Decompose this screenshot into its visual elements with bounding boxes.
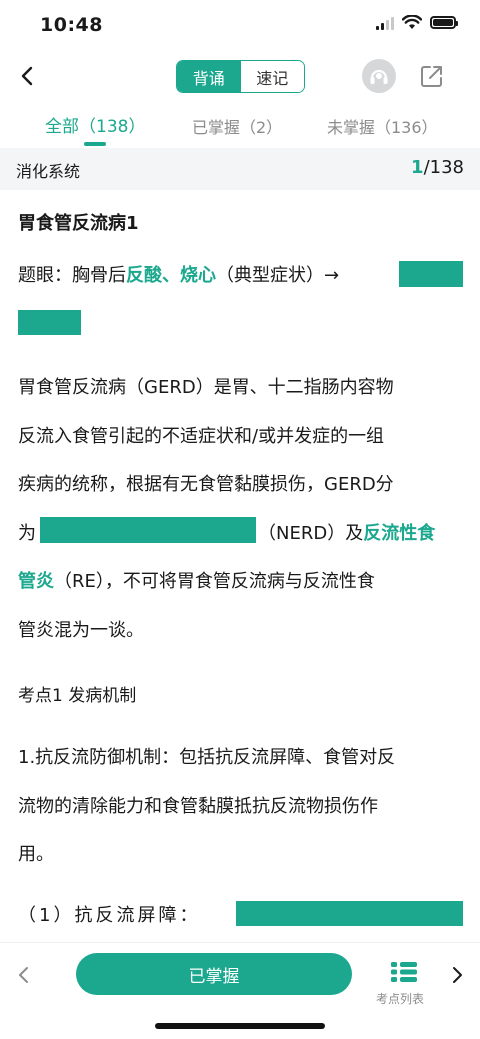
tab-recite[interactable]: 背诵 xyxy=(177,61,241,92)
cellular-signal-icon xyxy=(376,16,394,30)
tab-unmastered[interactable]: 未掌握（136） xyxy=(327,114,438,138)
category-name: 消化系统 xyxy=(16,162,81,181)
paragraph-line: 疾病的统称，根据有无食管黏膜损伤，GERD分 xyxy=(18,474,394,495)
next-arrow-icon[interactable] xyxy=(447,963,467,987)
current-index: 1 xyxy=(411,157,424,178)
status-icons xyxy=(376,15,458,30)
point-heading: 考点1 发病机制 xyxy=(18,686,137,706)
list-icon[interactable] xyxy=(391,961,417,983)
active-tab-indicator xyxy=(84,142,106,146)
back-arrow-icon[interactable] xyxy=(14,62,42,90)
total-count: /138 xyxy=(423,157,464,178)
paragraph-line: 管炎（RE），不可将胃食管反流病与反流性食 xyxy=(18,567,375,593)
wifi-icon xyxy=(402,15,422,29)
mark-mastered-button[interactable]: 已掌握 xyxy=(76,953,352,995)
hidden-answer-mask[interactable] xyxy=(399,261,463,287)
filter-tabs: 全部（138） 已掌握（2） 未掌握（136） xyxy=(0,104,480,148)
paragraph-line: 管炎混为一谈。 xyxy=(18,620,144,641)
battery-icon xyxy=(430,16,458,29)
hint-keyword: 反酸、烧心 xyxy=(126,265,216,286)
hint-suffix: （典型症状）→ xyxy=(216,265,340,286)
category-bar: 消化系统 1/138 xyxy=(0,148,480,190)
para-keyword: 管炎 xyxy=(18,571,54,592)
paragraph-line: 流物的清除能力和食管黏膜抵抗反流物损伤作 xyxy=(18,796,378,817)
hidden-answer-mask[interactable] xyxy=(40,517,256,543)
para-keyword: 反流性食 xyxy=(363,523,436,544)
status-time: 10:48 xyxy=(40,14,103,36)
headset-avatar-icon[interactable] xyxy=(362,59,396,93)
hint-line: 题眼：胸骨后反酸、烧心（典型症状）→ xyxy=(18,261,339,287)
tab-quick-memo[interactable]: 速记 xyxy=(240,61,304,92)
para-mid: （NERD）及 xyxy=(258,523,364,544)
paragraph-line: 1.抗反流防御机制：包括抗反流屏障、食管对反 xyxy=(18,747,396,768)
para-prefix: 为 xyxy=(18,523,36,544)
nav-bar: 背诵 速记 xyxy=(0,52,480,104)
previous-arrow-icon[interactable] xyxy=(14,963,34,987)
paragraph-line: 胃食管反流病（GERD）是胃、十二指肠内容物 xyxy=(18,377,394,398)
card-title: 胃食管反流病1 xyxy=(18,213,139,234)
status-bar: 10:48 xyxy=(0,0,480,52)
point-list-label[interactable]: 考点列表 xyxy=(376,990,424,1007)
mode-segmented-control: 背诵 速记 xyxy=(176,60,305,93)
hint-prefix: 题眼：胸骨后 xyxy=(18,265,126,286)
bottom-bar: 已掌握 考点列表 xyxy=(0,942,480,1039)
tab-mastered[interactable]: 已掌握（2） xyxy=(192,114,282,138)
tab-all[interactable]: 全部（138） xyxy=(45,112,145,137)
hidden-answer-mask[interactable] xyxy=(18,310,81,335)
para-rest: （RE），不可将胃食管反流病与反流性食 xyxy=(54,571,375,592)
progress-counter: 1/138 xyxy=(411,157,464,178)
list-item: （1）抗反流屏障： xyxy=(18,905,201,926)
headset-icon xyxy=(370,69,388,84)
home-indicator xyxy=(155,1023,325,1029)
paragraph-line: 反流入食管引起的不适症状和/或并发症的一组 xyxy=(18,426,385,447)
paragraph-line: 用。 xyxy=(18,844,54,865)
hidden-answer-mask[interactable] xyxy=(236,901,463,926)
share-icon[interactable] xyxy=(418,62,446,90)
content-area[interactable]: 胃食管反流病1 题眼：胸骨后反酸、烧心（典型症状）→ 胃食管反流病（GERD）是… xyxy=(0,190,480,942)
